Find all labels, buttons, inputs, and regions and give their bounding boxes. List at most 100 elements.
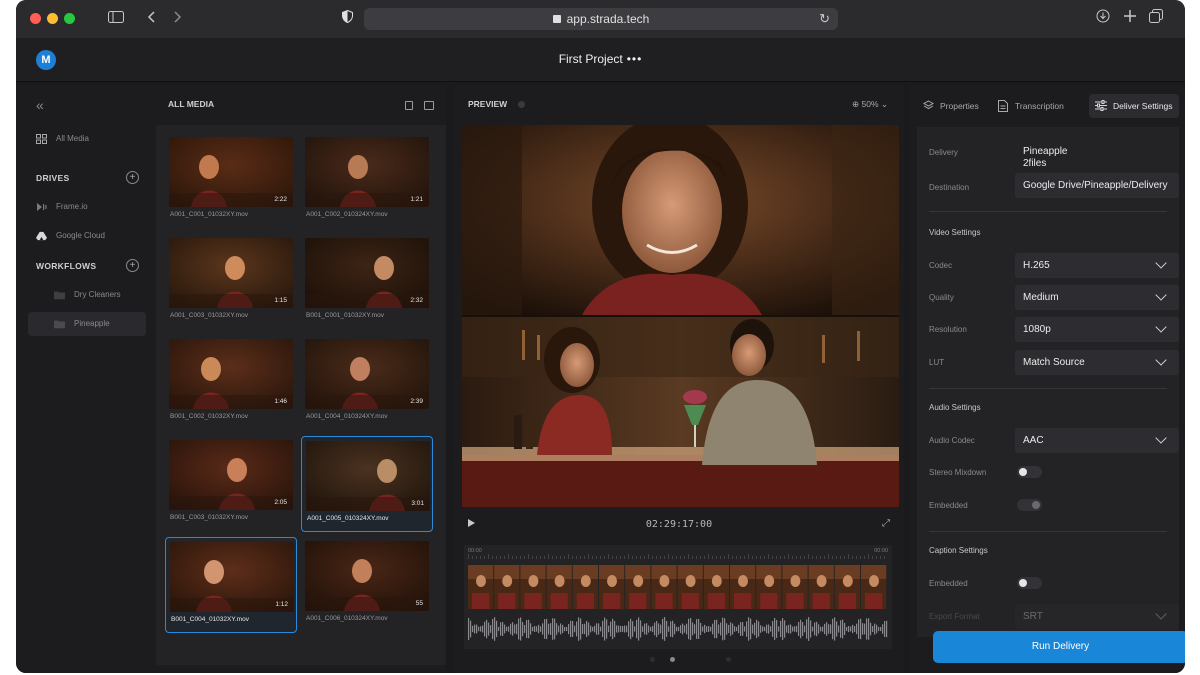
- toggle-knob: [1032, 501, 1040, 509]
- toggle-knob: [1019, 579, 1027, 587]
- project-name: First Project: [558, 52, 623, 66]
- media-clip-tile[interactable]: 1:15 A001_C003_01032XY.mov: [165, 234, 297, 330]
- tab-deliver-settings[interactable]: Deliver Settings: [1089, 94, 1179, 118]
- quality-select[interactable]: Medium: [1015, 285, 1179, 310]
- new-tab-icon[interactable]: [1123, 9, 1137, 29]
- sidebar-item-dry-cleaners[interactable]: Dry Cleaners: [28, 283, 146, 307]
- zoom-control[interactable]: ⊕ 50% ⌄: [852, 99, 888, 110]
- grid-icon: [36, 134, 47, 144]
- run-delivery-button[interactable]: Run Delivery: [933, 631, 1185, 663]
- toggle-knob: [1019, 468, 1027, 476]
- address-bar[interactable]: app.strada.tech ↻: [364, 8, 838, 30]
- delivery-files: 2files: [1023, 158, 1047, 169]
- clip-duration: 1:46: [274, 398, 287, 405]
- timeline-frame: [703, 565, 729, 609]
- tab-properties[interactable]: Properties: [921, 94, 985, 118]
- media-clip-tile[interactable]: 3:01 A001_C005_010324XY.mov: [301, 436, 433, 532]
- privacy-shield-icon[interactable]: [342, 9, 353, 29]
- caption-settings-heading: Caption Settings: [929, 546, 988, 555]
- codec-select[interactable]: H.265: [1015, 253, 1179, 278]
- clip-filename: A001_C004_010324XY.mov: [306, 413, 388, 420]
- forward-icon[interactable]: [172, 9, 182, 29]
- browser-toolbar: app.strada.tech ↻: [16, 0, 1185, 38]
- codec-label: Codec: [929, 261, 953, 270]
- media-clip-tile[interactable]: 1:12 B001_C004_01032XY.mov: [165, 537, 297, 633]
- split-view-icon[interactable]: [424, 101, 434, 110]
- download-icon[interactable]: [1096, 9, 1110, 29]
- delivery-label: Delivery: [929, 148, 958, 157]
- reload-icon[interactable]: ↻: [819, 8, 830, 30]
- sidebar-item-pineapple[interactable]: Pineapple: [28, 312, 146, 336]
- resolution-select[interactable]: 1080p: [1015, 317, 1179, 342]
- layers-icon: [923, 100, 934, 110]
- chevron-down-icon: [1155, 608, 1167, 620]
- timeline-frame: [572, 565, 598, 609]
- chevron-down-icon: [1155, 432, 1167, 444]
- tab-label: Deliver Settings: [1113, 101, 1173, 111]
- media-clip-tile[interactable]: 2:22 A001_C001_01032XY.mov: [165, 133, 297, 229]
- clip-duration: 1:15: [274, 297, 287, 304]
- audio-codec-value: AAC: [1023, 435, 1044, 446]
- clip-filename: A001_C002_010324XY.mov: [306, 211, 388, 218]
- workflows-heading: WORKFLOWS: [36, 261, 97, 271]
- maximize-window-button[interactable]: [64, 13, 75, 24]
- add-drive-button[interactable]: +: [126, 171, 139, 184]
- clip-thumbnail: 1:12: [170, 542, 294, 612]
- destination-label: Destination: [929, 183, 970, 192]
- list-view-icon[interactable]: [405, 101, 413, 110]
- media-clip-tile[interactable]: 55 A001_C006_010324XY.mov: [301, 537, 433, 633]
- clip-thumbnail: 1:15: [169, 238, 293, 308]
- export-format-select[interactable]: SRT: [1015, 604, 1179, 629]
- sidebar-item-frameio[interactable]: Frame.io: [28, 195, 146, 219]
- sidebar: « All Media DRIVES + Frame.io Google Clo…: [16, 85, 156, 673]
- preview-status-dot: [518, 101, 525, 108]
- embedded-toggle[interactable]: [1017, 499, 1042, 511]
- close-window-button[interactable]: [30, 13, 41, 24]
- sidebar-item-google-cloud[interactable]: Google Cloud: [28, 224, 146, 248]
- project-title[interactable]: First Project •••: [16, 52, 1185, 66]
- pager-dot-active[interactable]: [670, 657, 675, 662]
- clip-filename: B001_C004_01032XY.mov: [171, 616, 249, 623]
- pager-dot[interactable]: [726, 657, 731, 662]
- clip-filename: B001_C001_01032XY.mov: [306, 312, 384, 319]
- fullscreen-icon[interactable]: ⤢: [882, 518, 890, 529]
- pager-dot[interactable]: [650, 657, 655, 662]
- media-clip-tile[interactable]: 1:21 A001_C002_010324XY.mov: [301, 133, 433, 229]
- media-clip-tile[interactable]: 2:39 A001_C004_010324XY.mov: [301, 335, 433, 431]
- add-workflow-button[interactable]: +: [126, 259, 139, 272]
- media-clip-tile[interactable]: 2:32 B001_C001_01032XY.mov: [301, 234, 433, 330]
- stereo-mixdown-toggle[interactable]: [1017, 466, 1042, 478]
- caption-embedded-toggle[interactable]: [1017, 577, 1042, 589]
- collapse-sidebar-icon[interactable]: «: [36, 97, 44, 113]
- drives-heading: DRIVES: [36, 173, 70, 183]
- media-clip-tile[interactable]: 2:05 B001_C003_01032XY.mov: [165, 436, 297, 532]
- sidebar-toggle-icon[interactable]: [108, 9, 124, 29]
- clip-duration: 3:01: [411, 500, 424, 507]
- timeline-track: [468, 554, 888, 641]
- timeline-frame: [494, 565, 520, 609]
- app-window: app.strada.tech ↻ M First Project ••• « A…: [16, 0, 1185, 673]
- minimize-window-button[interactable]: [47, 13, 58, 24]
- destination-field[interactable]: Google Drive/Pineapple/Delivery: [1015, 173, 1179, 198]
- more-options-icon[interactable]: •••: [627, 52, 643, 66]
- preview-title: PREVIEW: [468, 99, 508, 109]
- tab-transcription[interactable]: Transcription: [996, 94, 1080, 118]
- back-icon[interactable]: [147, 9, 157, 29]
- tab-overview-icon[interactable]: [1149, 9, 1163, 29]
- timeline[interactable]: 00:00 00:00: [464, 545, 892, 649]
- sidebar-item-all-media[interactable]: All Media: [28, 127, 146, 151]
- audio-codec-select[interactable]: AAC: [1015, 428, 1179, 453]
- timeline-frame: [677, 565, 703, 609]
- video-frame: [462, 125, 899, 507]
- chevron-down-icon: [1155, 257, 1167, 269]
- timeline-frame: [599, 565, 625, 609]
- video-preview[interactable]: [462, 125, 899, 507]
- lut-select[interactable]: Match Source: [1015, 350, 1179, 375]
- destination-value: Google Drive/Pineapple/Delivery: [1023, 180, 1168, 191]
- clip-thumbnail: 2:05: [169, 440, 293, 510]
- quality-label: Quality: [929, 293, 954, 302]
- preview-panel: PREVIEW ⊕ 50% ⌄ 02:29:17:00 ⤢ 00:00 00:0…: [454, 85, 904, 673]
- media-clip-tile[interactable]: 1:46 B001_C002_01032XY.mov: [165, 335, 297, 431]
- sidebar-item-label: All Media: [56, 134, 89, 143]
- export-format-label: Export Format: [929, 612, 980, 621]
